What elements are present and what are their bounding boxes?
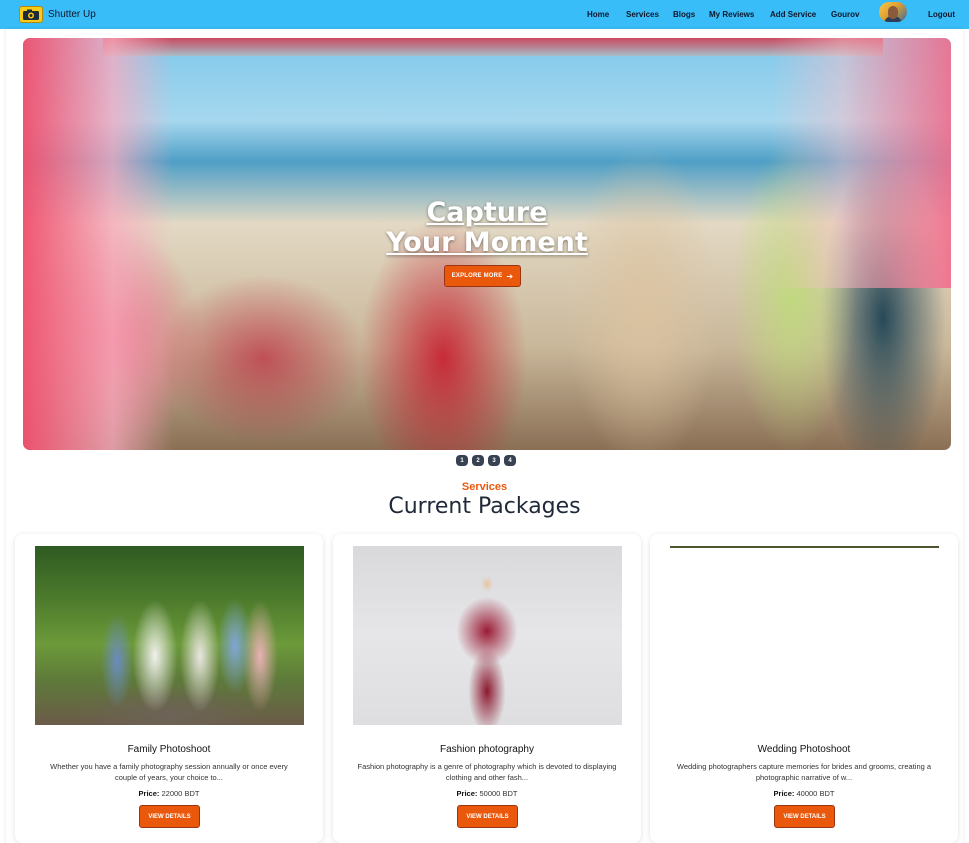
service-card-wedding: Wedding Photoshoot Wedding photographers…: [650, 534, 958, 843]
service-card-family: Family Photoshoot Whether you have a fam…: [15, 534, 323, 843]
price-label: Price:: [773, 789, 795, 798]
nav-my-reviews[interactable]: My Reviews: [709, 10, 754, 19]
slide-dot-3[interactable]: 3: [488, 455, 500, 466]
hero-title-line1: Capture: [426, 197, 548, 228]
view-details-button[interactable]: VIEW DETAILS: [457, 805, 518, 828]
avatar-face: [888, 6, 898, 19]
view-details-button[interactable]: VIEW DETAILS: [139, 805, 200, 828]
hero-image-canopy: [103, 38, 883, 56]
nav-home[interactable]: Home: [587, 10, 609, 19]
slide-dot-1[interactable]: 1: [456, 455, 468, 466]
slide-dot-2[interactable]: 2: [472, 455, 484, 466]
arrow-right-icon: ➔: [506, 271, 514, 281]
price-value: 40000 BDT: [796, 789, 835, 798]
service-image-wedding: [670, 546, 939, 725]
brand-name: Shutter Up: [48, 9, 96, 20]
card-title: Family Photoshoot: [127, 744, 211, 755]
logout-link[interactable]: Logout: [928, 10, 955, 19]
avatar[interactable]: [879, 2, 907, 22]
price-value: 22000 BDT: [161, 789, 200, 798]
hero-title: Capture Your Moment: [23, 198, 951, 258]
price-value: 50000 BDT: [479, 789, 518, 798]
explore-more-button[interactable]: EXPLORE MORE ➔: [444, 265, 521, 287]
card-description: Whether you have a family photography se…: [50, 762, 288, 782]
slide-dot-4[interactable]: 4: [504, 455, 516, 466]
card-title: Wedding Photoshoot: [757, 744, 851, 755]
section-title: Current Packages: [388, 494, 581, 519]
price-label: Price:: [138, 789, 160, 798]
camera-icon: [19, 6, 43, 23]
brand[interactable]: Shutter Up: [19, 6, 96, 23]
navbar: Shutter Up Home Services Blogs My Review…: [0, 0, 969, 29]
service-image-family: [35, 546, 304, 725]
nav-user-name[interactable]: Gourov: [831, 10, 859, 19]
hero-title-line2: Your Moment: [386, 227, 588, 258]
explore-more-label: EXPLORE MORE: [451, 273, 503, 279]
card-price: Price: 50000 BDT: [333, 789, 641, 798]
section-subtitle: Services: [461, 481, 508, 493]
hero-carousel: Capture Your Moment EXPLORE MORE ➔: [23, 38, 951, 450]
nav-add-service[interactable]: Add Service: [770, 10, 816, 19]
carousel-pagination: 1 2 3 4: [456, 455, 520, 466]
card-price: Price: 40000 BDT: [650, 789, 958, 798]
card-title: Fashion photography: [440, 744, 534, 755]
card-description: Wedding photographers capture memories f…: [676, 762, 932, 782]
service-card-fashion: Fashion photography Fashion photography …: [333, 534, 641, 843]
nav-services[interactable]: Services: [626, 10, 659, 19]
view-details-button[interactable]: VIEW DETAILS: [774, 805, 835, 828]
card-description: Fashion photography is a genre of photog…: [357, 762, 617, 782]
card-price: Price: 22000 BDT: [15, 789, 323, 798]
price-label: Price:: [456, 789, 478, 798]
nav-blogs[interactable]: Blogs: [673, 10, 695, 19]
service-image-fashion: [353, 546, 622, 725]
